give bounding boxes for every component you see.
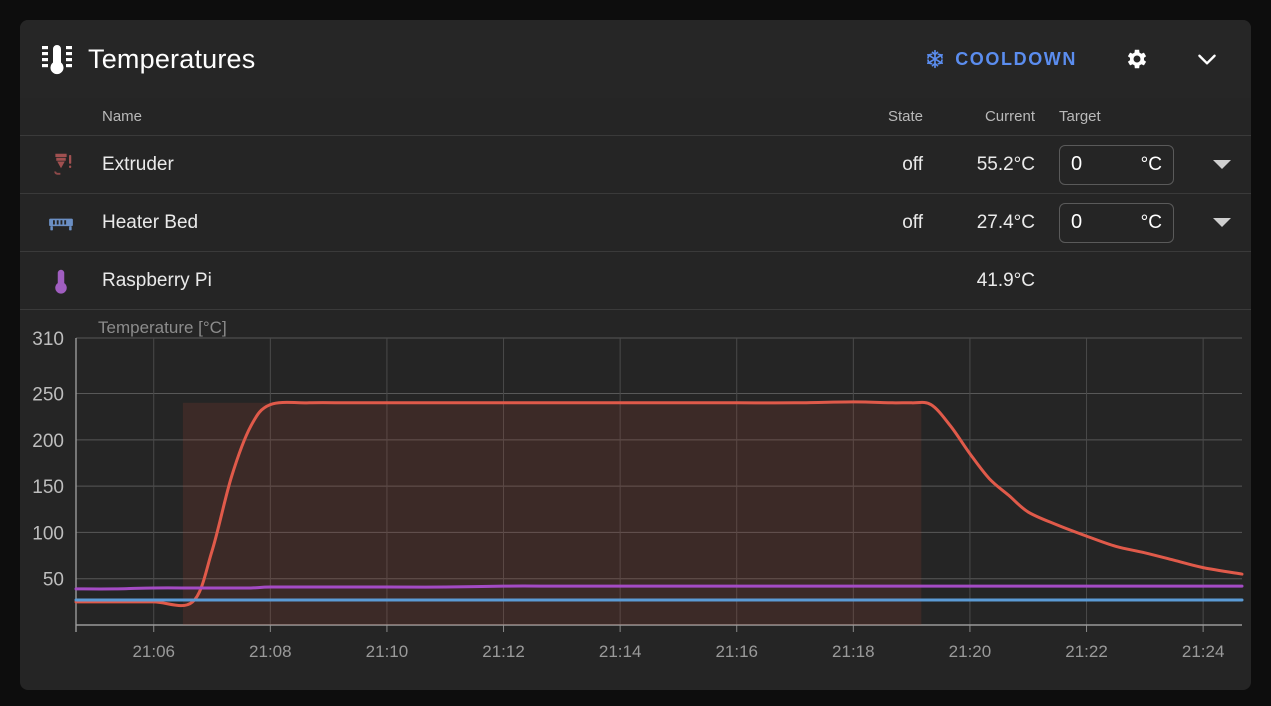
row-state: off [902,153,923,175]
temperatures-panel: Temperatures COOLDOWN Name State Current… [20,20,1251,690]
svg-text:100: 100 [32,523,64,544]
svg-text:250: 250 [32,385,64,406]
settings-button[interactable] [1115,37,1159,81]
svg-text:21:08: 21:08 [249,642,292,661]
temperature-chart: Temperature [°C] 50 100 150 200 250 310 21:06 2… [20,310,1251,690]
heater-bed-icon [20,208,102,238]
chart-y-axis-label: Temperature [°C] [98,318,227,337]
target-temp-unit: °C [1140,211,1162,233]
row-preset-menu-button[interactable] [1193,160,1251,169]
table-row[interactable]: Heater Bed off 27.4°C 0 °C [20,194,1251,252]
panel-header: Temperatures COOLDOWN [20,20,1251,98]
target-temp-value: 0 [1071,211,1083,233]
target-temp-input[interactable]: 0 °C [1059,144,1174,185]
svg-text:200: 200 [32,431,64,452]
svg-text:21:06: 21:06 [132,642,175,661]
header-target: Target [1059,108,1101,125]
target-temp-unit: °C [1140,153,1162,175]
row-name: Extruder [102,153,174,175]
header-current: Current [984,108,1035,125]
header-name: Name [102,108,143,125]
svg-text:50: 50 [43,570,64,591]
row-name: Heater Bed [102,211,199,233]
page-title: Temperatures [88,43,256,74]
extruder-nozzle-icon [20,150,102,180]
chevron-down-icon [1194,46,1220,72]
chevron-down-icon [1213,160,1231,169]
svg-text:21:14: 21:14 [599,642,642,661]
svg-text:21:18: 21:18 [832,642,875,661]
row-name: Raspberry Pi [102,269,212,291]
header-state: State [887,108,923,125]
row-current-temp: 27.4°C [976,211,1035,233]
chart-svg: 50 100 150 200 250 310 21:06 21:08 21:10 21:12 21:… [32,329,1244,661]
row-target-cell: 0 °C [1043,144,1193,185]
row-state: off [902,211,923,233]
chevron-down-icon [1213,218,1231,227]
gear-icon [1124,46,1150,72]
svg-text:21:20: 21:20 [949,642,992,661]
row-current-temp: 41.9°C [976,269,1035,291]
svg-text:21:22: 21:22 [1065,642,1108,661]
row-preset-menu-button[interactable] [1193,218,1251,227]
table-header-row: Name State Current Target [20,98,1251,136]
svg-text:21:16: 21:16 [715,642,758,661]
target-temp-input[interactable]: 0 °C [1059,202,1174,243]
svg-text:310: 310 [32,329,64,350]
target-temp-value: 0 [1071,153,1083,175]
svg-text:21:24: 21:24 [1182,642,1225,661]
thermometer-icon [20,266,102,296]
svg-text:150: 150 [32,477,64,498]
row-target-cell: 0 °C [1043,202,1193,243]
cooldown-button[interactable]: COOLDOWN [925,49,1077,70]
snowflake-icon [925,49,945,69]
row-current-temp: 55.2°C [976,153,1035,175]
table-row[interactable]: Extruder off 55.2°C 0 °C [20,136,1251,194]
collapse-panel-button[interactable] [1185,37,1229,81]
svg-text:21:10: 21:10 [366,642,409,661]
table-row[interactable]: Raspberry Pi 41.9°C [20,252,1251,310]
cooldown-label: COOLDOWN [955,48,1077,69]
thermometer-icon [42,43,72,75]
svg-text:21:12: 21:12 [482,642,525,661]
